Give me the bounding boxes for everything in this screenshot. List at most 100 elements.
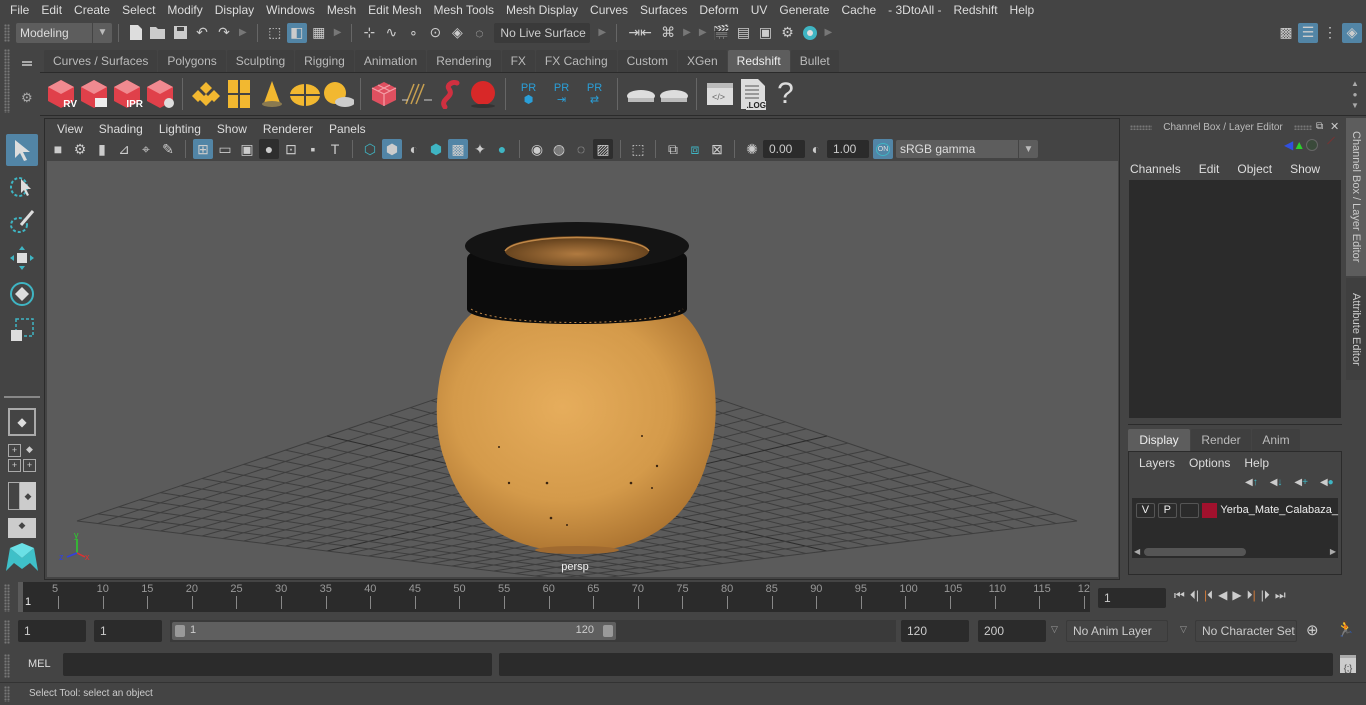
scroll-down-icon[interactable]: ▼ xyxy=(1350,100,1360,111)
exposure-field[interactable]: 0.00 xyxy=(763,140,805,158)
layer-menu-help[interactable]: Help xyxy=(1244,456,1269,470)
collapse-arrow-icon[interactable]: ▶ xyxy=(683,27,691,38)
construction-history-icon[interactable]: ⌘ xyxy=(658,23,678,43)
auto-key-icon[interactable]: ⊕ xyxy=(1306,621,1319,639)
safe-title-icon[interactable]: T xyxy=(325,139,345,159)
layer-menu-layers[interactable]: Layers xyxy=(1139,456,1175,470)
channel-box-menu-channels[interactable]: Channels xyxy=(1130,162,1181,176)
shelf-tab-animation[interactable]: Animation xyxy=(354,50,427,72)
scale-tool-icon[interactable] xyxy=(6,314,38,346)
shelf-menu-icon[interactable] xyxy=(22,61,32,63)
menu-3dtoall[interactable]: - 3DtoAll - xyxy=(882,3,947,17)
screen-space-ao-icon[interactable]: ◉ xyxy=(527,139,547,159)
menu-surfaces[interactable]: Surfaces xyxy=(634,3,693,17)
redshift-ipr-icon[interactable]: IPR xyxy=(110,76,143,112)
redshift-render-view-icon[interactable]: RV xyxy=(44,76,77,112)
shelf-tab-polygons[interactable]: Polygons xyxy=(158,50,226,72)
redshift-volume-icon[interactable] xyxy=(433,76,466,112)
3d-viewport[interactable]: y x z persp xyxy=(47,161,1118,577)
resolution-gate-icon[interactable]: ▣ xyxy=(237,139,257,159)
layer-display-type-toggle[interactable] xyxy=(1179,502,1199,518)
open-scene-icon[interactable] xyxy=(148,23,168,43)
new-layer-selected-icon[interactable]: ◀● xyxy=(1320,477,1334,488)
menu-edit[interactable]: Edit xyxy=(35,3,68,17)
pr-object-icon[interactable]: PR ⬢ xyxy=(512,76,545,112)
viewport-menu-panels[interactable]: Panels xyxy=(321,122,374,136)
go-to-start-icon[interactable]: ⏮ xyxy=(1174,588,1185,603)
anti-aliasing-icon[interactable]: ◌ xyxy=(571,139,591,159)
layer-playback-toggle[interactable]: P xyxy=(1157,502,1177,518)
gourd-model[interactable] xyxy=(436,222,716,554)
select-tool-icon[interactable] xyxy=(6,134,38,166)
make-live-icon[interactable]: ◌ xyxy=(469,23,489,43)
four-view-layout-icon[interactable]: + ◆ + + xyxy=(8,444,36,472)
gamma-field[interactable]: 1.00 xyxy=(827,140,869,158)
menu-generate[interactable]: Generate xyxy=(773,3,835,17)
step-forward-frame-icon[interactable]: |⏵ xyxy=(1261,588,1270,603)
color-space-dropdown[interactable]: sRGB gamma ▼ xyxy=(896,140,1038,158)
new-empty-layer-icon[interactable]: ◀+ xyxy=(1294,477,1308,488)
drag-grip[interactable] xyxy=(4,23,10,42)
shelf-tab-bullet[interactable]: Bullet xyxy=(790,50,839,72)
menu-uv[interactable]: UV xyxy=(745,3,774,17)
collapse-arrow-icon[interactable]: ▶ xyxy=(699,27,707,38)
grid-toggle-icon[interactable]: ⊞ xyxy=(193,139,213,159)
character-set-dropdown[interactable]: No Character Set xyxy=(1195,620,1297,642)
isolate-select-icon[interactable]: ⬚ xyxy=(628,139,648,159)
menu-redshift[interactable]: Redshift xyxy=(948,3,1004,17)
ipr-render-icon[interactable]: ▣ xyxy=(756,23,776,43)
outliner-persp-layout-icon[interactable]: ◆ xyxy=(8,482,36,510)
menu-mesh[interactable]: Mesh xyxy=(321,3,362,17)
close-icon[interactable]: ✕ xyxy=(1330,120,1339,133)
animation-start-field[interactable]: 1 xyxy=(18,620,86,642)
viewport-menu-renderer[interactable]: Renderer xyxy=(255,122,321,136)
snap-curve-icon[interactable]: ∿ xyxy=(381,23,401,43)
camera-icon[interactable]: ■ xyxy=(48,139,68,159)
side-tab-attribute-editor[interactable]: Attribute Editor xyxy=(1346,278,1366,380)
play-forwards-icon[interactable]: ▶ xyxy=(1232,588,1241,603)
layer-tab-render[interactable]: Render xyxy=(1191,429,1251,451)
shelf-scroll[interactable]: ▲ ● ▼ xyxy=(1350,78,1360,111)
xray-joints-icon[interactable]: ⧈ xyxy=(685,139,705,159)
viewport-menu-lighting[interactable]: Lighting xyxy=(151,122,209,136)
menu-help[interactable]: Help xyxy=(1004,3,1041,17)
pr-swap-icon[interactable]: PR ⇄ xyxy=(578,76,611,112)
redshift-sun-sky-icon[interactable] xyxy=(321,76,354,112)
render-view-icon[interactable]: 🎬 xyxy=(712,23,732,43)
side-tab-channel-box[interactable]: Channel Box / Layer Editor xyxy=(1346,118,1366,276)
chevron-down-icon[interactable]: ▽ xyxy=(1051,624,1058,635)
shelf-tab-fx[interactable]: FX xyxy=(501,50,535,72)
pr-export-icon[interactable]: PR ⇥ xyxy=(545,76,578,112)
live-surface-field[interactable]: No Live Surface xyxy=(494,22,591,43)
channel-box-menu-show[interactable]: Show xyxy=(1290,162,1320,176)
hypershade-icon[interactable] xyxy=(800,23,820,43)
snap-surface-icon[interactable]: ◈ xyxy=(447,23,467,43)
drag-grip[interactable] xyxy=(1294,125,1312,130)
wireframe-on-shaded-icon[interactable]: ⬢ xyxy=(426,139,446,159)
tool-settings-icon[interactable]: ⋮ xyxy=(1320,23,1340,43)
lasso-tool-icon[interactable] xyxy=(6,170,38,202)
gear-icon[interactable]: ⚙ xyxy=(21,90,33,106)
layer-tab-display[interactable]: Display xyxy=(1128,429,1190,451)
layer-row[interactable]: V P Yerba_Mate_Calabaza_ xyxy=(1132,500,1338,520)
shadows-icon[interactable]: ● xyxy=(492,139,512,159)
script-editor-icon[interactable]: </> xyxy=(703,76,736,112)
menu-mesh-tools[interactable]: Mesh Tools xyxy=(428,3,500,17)
layer-name[interactable]: Yerba_Mate_Calabaza_ xyxy=(1220,504,1338,516)
grease-pencil-icon[interactable]: ✎ xyxy=(158,139,178,159)
render-settings-icon[interactable]: ⚙ xyxy=(778,23,798,43)
step-back-frame-icon[interactable]: ⏴| xyxy=(1190,588,1199,603)
menu-modify[interactable]: Modify xyxy=(161,3,208,17)
step-back-key-icon[interactable]: |⏴ xyxy=(1204,588,1213,603)
script-language-toggle[interactable]: MEL xyxy=(28,658,51,670)
new-scene-icon[interactable] xyxy=(126,23,146,43)
attribute-editor-toggle-icon[interactable]: ☰ xyxy=(1298,22,1318,43)
xray-icon[interactable]: ⧉ xyxy=(663,139,683,159)
layer-menu-options[interactable]: Options xyxy=(1189,456,1230,470)
undo-icon[interactable]: ↶ xyxy=(192,23,212,43)
scroll-right-icon[interactable]: ▶ xyxy=(1330,547,1336,556)
channel-box-menu-edit[interactable]: Edit xyxy=(1199,162,1220,176)
playback-start-field[interactable]: 1 xyxy=(94,620,162,642)
workspace-dropdown[interactable]: Modeling ▼ xyxy=(16,22,112,43)
scroll-left-icon[interactable]: ◀ xyxy=(1134,547,1140,556)
